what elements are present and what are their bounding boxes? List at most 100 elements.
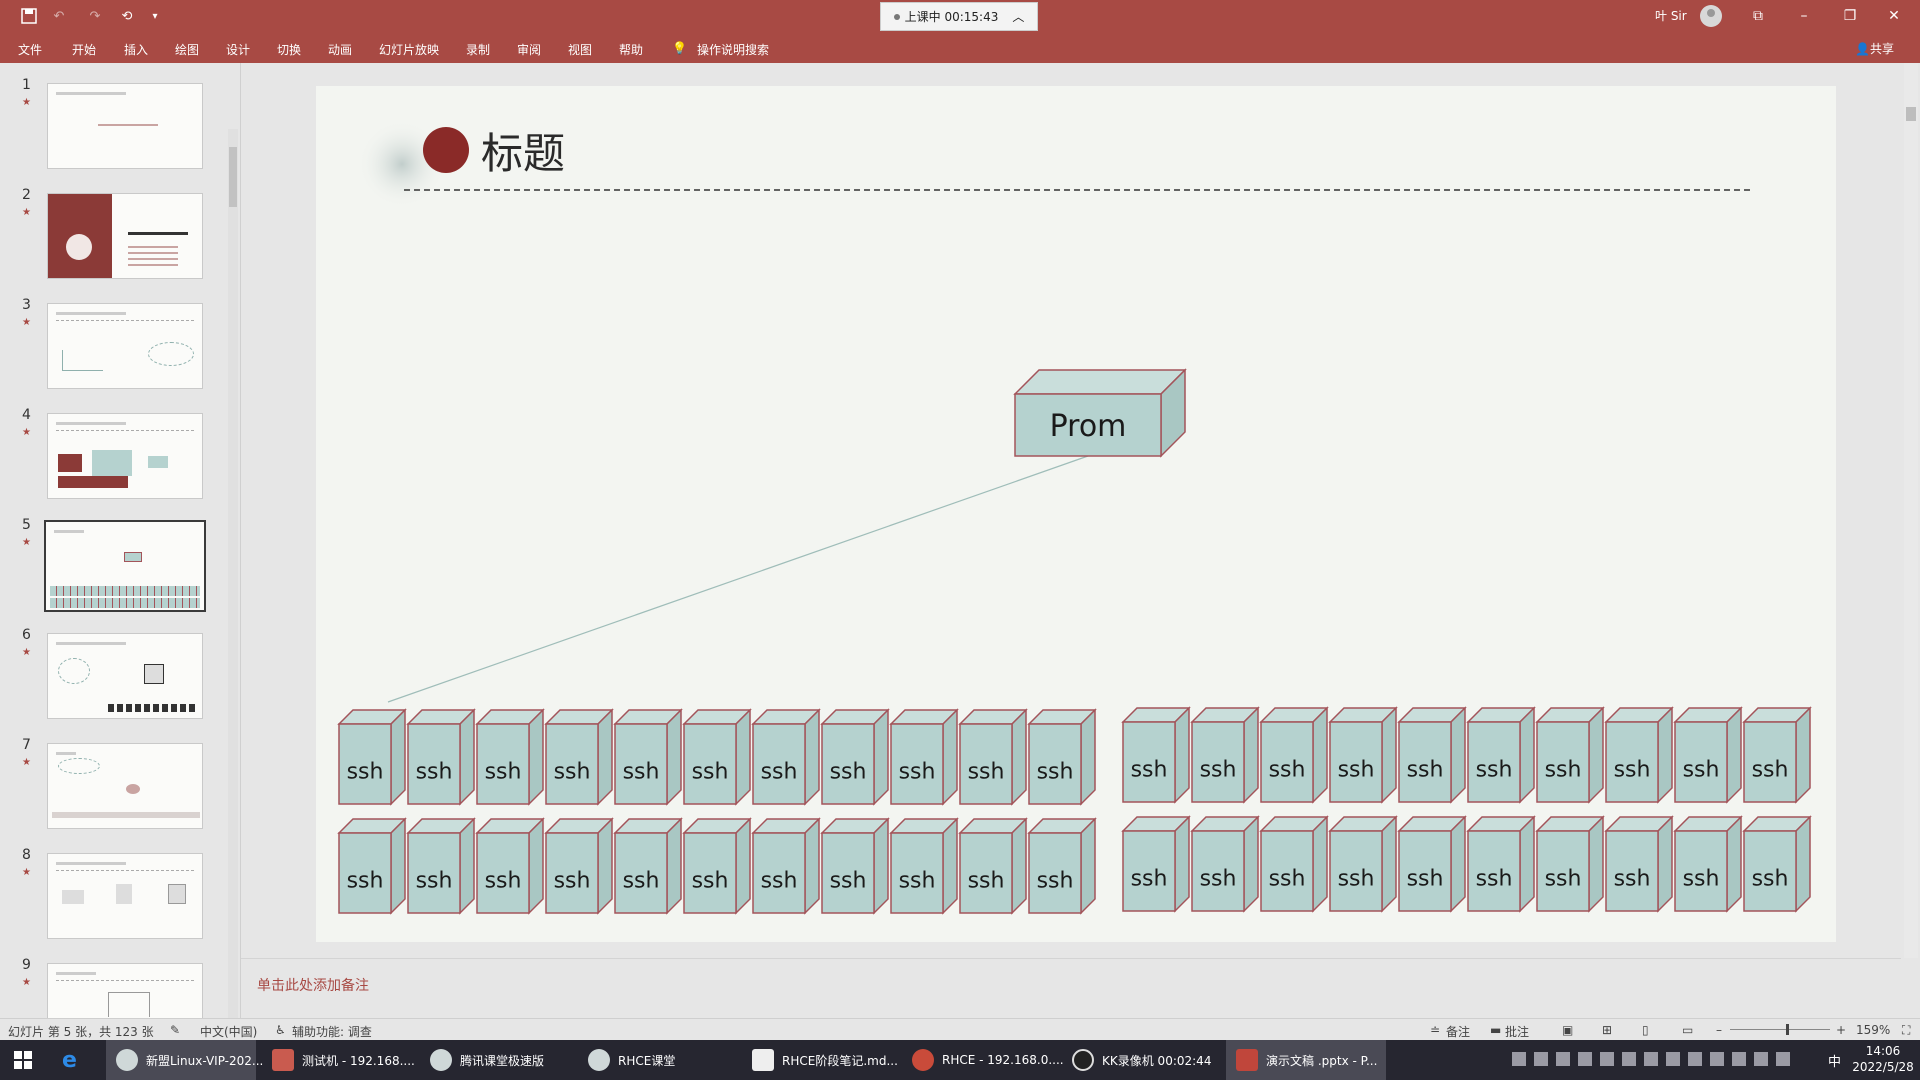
zoom-level[interactable]: 159% (1856, 1023, 1890, 1037)
ssh-node-box[interactable]: ssh (1190, 706, 1260, 804)
lightbulb-icon[interactable]: 💡 (672, 41, 687, 55)
ssh-node-box[interactable]: ssh (1535, 815, 1605, 913)
tray-icon[interactable] (1600, 1052, 1614, 1066)
close-icon[interactable]: ✕ (1884, 6, 1904, 26)
ssh-node-box[interactable]: ssh (1121, 706, 1191, 804)
ssh-node-box[interactable]: ssh (1535, 706, 1605, 804)
tray-icon[interactable] (1644, 1052, 1658, 1066)
present-from-start-icon[interactable]: ⟲ (116, 6, 138, 26)
recording-status-pill[interactable]: 上课中 00:15:43 ︿ (880, 2, 1038, 31)
ssh-node-box[interactable]: ssh (337, 817, 407, 915)
slide-canvas[interactable]: 标题 Prom ssh ssh ssh ssh ssh ssh ssh ssh ssh ssh ssh… (316, 86, 1836, 942)
system-clock[interactable]: 14:06 2022/5/28 (1848, 1043, 1918, 1075)
slide-sorter-icon[interactable]: ⊞ (1602, 1023, 1612, 1037)
notes-button[interactable]: 备注 (1446, 1023, 1470, 1040)
slide-thumbnail-5-selected[interactable] (44, 520, 206, 612)
normal-view-icon[interactable]: ▣ (1562, 1023, 1573, 1037)
ssh-node-box[interactable]: ssh (1397, 815, 1467, 913)
slide-thumbnail-1[interactable] (47, 83, 203, 169)
ssh-node-box[interactable]: ssh (751, 708, 821, 806)
redo-icon[interactable]: ↷ (86, 6, 104, 26)
tray-icon[interactable] (1754, 1052, 1768, 1066)
tab-insert[interactable]: 插入 (124, 41, 148, 58)
tray-icon[interactable] (1732, 1052, 1746, 1066)
ssh-node-box[interactable]: ssh (682, 817, 752, 915)
tray-icon[interactable] (1710, 1052, 1724, 1066)
tab-file[interactable]: 文件 (18, 41, 42, 58)
ssh-node-box[interactable]: ssh (1742, 815, 1812, 913)
ssh-node-box[interactable]: ssh (613, 817, 683, 915)
ssh-node-box[interactable]: ssh (1259, 706, 1329, 804)
ssh-node-box[interactable]: ssh (820, 817, 890, 915)
ssh-node-box[interactable]: ssh (406, 817, 476, 915)
taskbar-item[interactable]: 演示文稿 .pptx - P... (1226, 1040, 1386, 1080)
taskbar-item[interactable]: 新盟Linux-VIP-202... (106, 1040, 263, 1080)
zoom-slider-thumb[interactable] (1786, 1024, 1789, 1035)
input-method-indicator[interactable]: 中 (1828, 1051, 1841, 1070)
tray-icon[interactable] (1556, 1052, 1570, 1066)
ssh-node-box[interactable]: ssh (751, 817, 821, 915)
slide-thumbnail-8[interactable] (47, 853, 203, 939)
tell-me-search[interactable]: 操作说明搜索 (697, 41, 769, 58)
ssh-node-box[interactable]: ssh (1027, 817, 1097, 915)
notes-pane[interactable]: 单击此处添加备注 (241, 958, 1901, 1019)
tray-icon[interactable] (1688, 1052, 1702, 1066)
ssh-node-box[interactable]: ssh (1397, 706, 1467, 804)
slide-thumbnail-3[interactable] (47, 303, 203, 389)
language-status[interactable]: 中文(中国) (200, 1023, 257, 1040)
save-icon[interactable] (18, 6, 40, 26)
reading-view-icon[interactable]: ▯ (1642, 1023, 1649, 1037)
ssh-node-box[interactable]: ssh (544, 817, 614, 915)
ie-browser-icon[interactable]: e (62, 1048, 77, 1073)
undo-icon[interactable]: ↶ (50, 6, 68, 26)
page-title[interactable]: 标题 (481, 129, 565, 178)
ssh-node-box[interactable]: ssh (475, 817, 545, 915)
slide-thumbnail-7[interactable] (47, 743, 203, 829)
ssh-node-box[interactable]: ssh (1604, 706, 1674, 804)
taskbar-item[interactable]: 腾讯课堂极速版 (420, 1040, 570, 1080)
slide-scrollbar[interactable] (1904, 63, 1918, 958)
tab-design[interactable]: 设计 (226, 41, 250, 58)
ssh-node-box[interactable]: ssh (1190, 815, 1260, 913)
zoom-out-icon[interactable]: – (1716, 1023, 1722, 1037)
tab-help[interactable]: 帮助 (619, 41, 643, 58)
ssh-node-box[interactable]: ssh (958, 817, 1028, 915)
taskbar-item[interactable]: RHCE课堂 (578, 1040, 728, 1080)
ssh-node-box[interactable]: ssh (1604, 815, 1674, 913)
tab-record[interactable]: 录制 (466, 41, 490, 58)
slideshow-icon[interactable]: ▭ (1682, 1023, 1693, 1037)
ssh-node-box[interactable]: ssh (1328, 815, 1398, 913)
restore-icon[interactable]: ❐ (1840, 6, 1860, 26)
chevron-up-icon[interactable]: ︿ (1012, 8, 1024, 25)
ssh-node-box[interactable]: ssh (682, 708, 752, 806)
zoom-slider[interactable] (1730, 1029, 1830, 1030)
ribbon-display-options-icon[interactable]: ⧉ (1748, 6, 1768, 26)
ssh-node-box[interactable]: ssh (1121, 815, 1191, 913)
ssh-node-box[interactable]: ssh (406, 708, 476, 806)
ssh-node-box[interactable]: ssh (889, 708, 959, 806)
tab-view[interactable]: 视图 (568, 41, 592, 58)
avatar[interactable] (1700, 5, 1722, 27)
share-button[interactable]: 👤共享 (1855, 40, 1894, 57)
ssh-node-box[interactable]: ssh (1673, 815, 1743, 913)
tab-animations[interactable]: 动画 (328, 41, 352, 58)
ssh-node-box[interactable]: ssh (1466, 706, 1536, 804)
accessibility-status[interactable]: 辅助功能: 调查 (292, 1023, 372, 1040)
tray-icon[interactable] (1622, 1052, 1636, 1066)
tab-transitions[interactable]: 切换 (277, 41, 301, 58)
tray-icon[interactable] (1776, 1052, 1790, 1066)
ssh-node-box[interactable]: ssh (1466, 815, 1536, 913)
tab-home[interactable]: 开始 (72, 41, 96, 58)
customize-qat-icon[interactable]: ▾ (148, 6, 162, 26)
tab-slideshow[interactable]: 幻灯片放映 (379, 41, 439, 58)
tab-review[interactable]: 审阅 (517, 41, 541, 58)
tray-icon[interactable] (1578, 1052, 1592, 1066)
windows-start-icon[interactable] (14, 1051, 32, 1069)
ssh-node-box[interactable]: ssh (1742, 706, 1812, 804)
tray-icon[interactable] (1666, 1052, 1680, 1066)
slide-thumbnail-4[interactable] (47, 413, 203, 499)
taskbar-item[interactable]: KK录像机 00:02:44 (1062, 1040, 1212, 1080)
taskbar-item[interactable]: 测试机 - 192.168.... (262, 1040, 415, 1080)
comments-button[interactable]: 批注 (1505, 1023, 1529, 1040)
taskbar-item[interactable]: RHCE - 192.168.0.... (902, 1040, 1064, 1080)
